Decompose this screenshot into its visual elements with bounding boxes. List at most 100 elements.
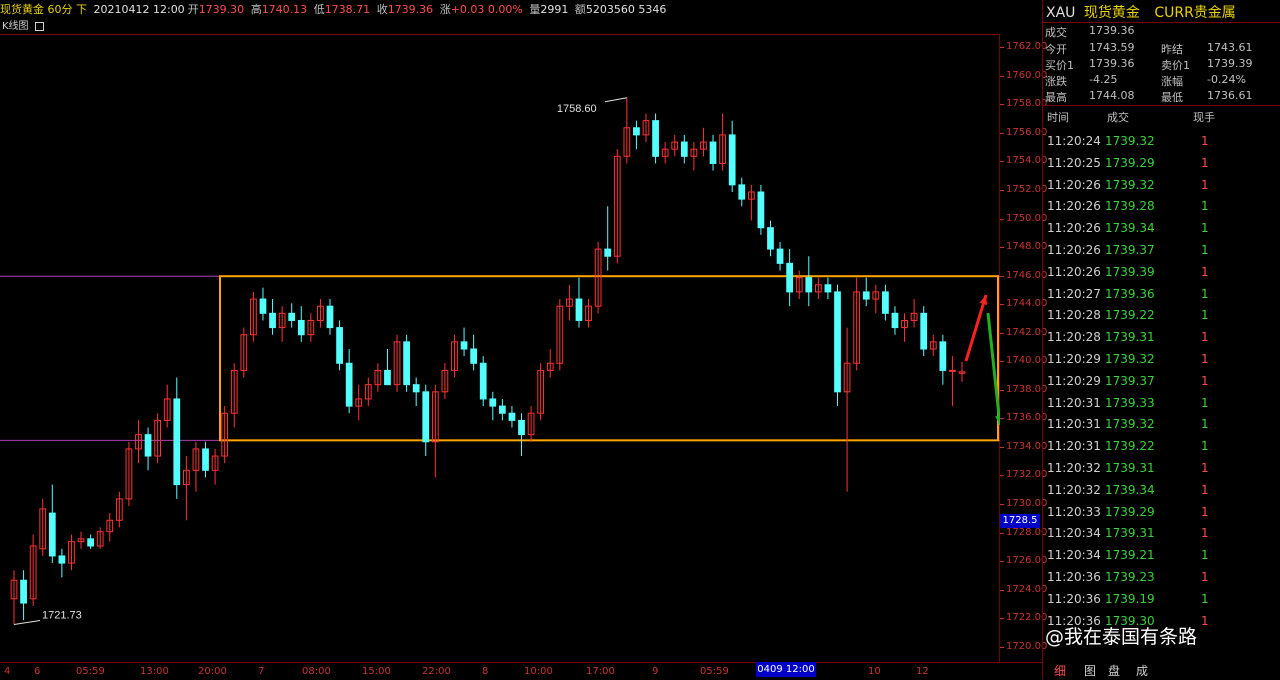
candle-body xyxy=(269,312,276,329)
tick-row: 11:20:29 1739.32 1 xyxy=(1047,348,1277,370)
tick-time: 11:20:32 xyxy=(1047,461,1101,475)
time-tick: 10 xyxy=(868,666,881,677)
candle-body xyxy=(776,248,784,264)
candle-body xyxy=(479,362,487,400)
candle-body xyxy=(805,277,813,293)
candle-body xyxy=(422,391,430,443)
tick-price: 1739.23 xyxy=(1105,570,1155,584)
tick-volume: 1 xyxy=(1201,504,1209,519)
tab-orderbook[interactable]: 盘 xyxy=(1108,662,1120,679)
candle-body xyxy=(891,312,899,329)
open-value: 1739.30 xyxy=(198,3,245,16)
tick-row: 11:20:25 1739.29 1 xyxy=(1047,152,1277,174)
tick-row: 11:20:31 1739.33 1 xyxy=(1047,392,1277,414)
tick-row: 11:20:29 1739.37 1 xyxy=(1047,370,1277,392)
tick-price: 1739.19 xyxy=(1105,591,1155,606)
tick-volume: 1 xyxy=(1201,221,1209,236)
tick-time: 11:20:26 xyxy=(1047,177,1101,192)
tick-time: 11:20:27 xyxy=(1047,286,1101,301)
time-tick: 4 xyxy=(4,666,11,677)
volume-label: 量 xyxy=(529,3,541,16)
high-value: 1744.08 xyxy=(1089,89,1135,102)
tick-price: 1739.36 xyxy=(1105,286,1155,301)
tick-price: 1739.29 xyxy=(1105,504,1155,519)
tick-volume: 1 xyxy=(1201,526,1209,541)
divider xyxy=(1043,105,1280,106)
tick-price: 1739.29 xyxy=(1105,155,1155,170)
close-value: 1739.36 xyxy=(387,3,434,16)
tick-price: 1739.32 xyxy=(1105,134,1155,148)
tab-detail[interactable]: 细 xyxy=(1054,662,1066,679)
tick-time: 11:20:31 xyxy=(1047,395,1101,410)
tick-time: 11:20:31 xyxy=(1047,439,1101,454)
tick-price: 1739.21 xyxy=(1105,548,1155,563)
price-axis: 1762.00 1760.00 1758.00 1756.00 1754.00 1752.… xyxy=(999,34,1047,662)
tick-price: 1739.32 xyxy=(1105,352,1155,366)
tick-price: 1739.31 xyxy=(1105,526,1155,541)
tick-time: 11:20:34 xyxy=(1047,526,1101,541)
time-tick: 05:59 xyxy=(76,666,105,677)
time-tick: 20:00 xyxy=(198,666,227,677)
candle-body xyxy=(259,298,267,314)
instrument-name: 现货黄金 xyxy=(1083,5,1140,21)
tick-volume: 1 xyxy=(1201,439,1209,454)
pct-label: 涨幅 xyxy=(1161,75,1183,88)
candle-body xyxy=(460,341,468,350)
tick-price: 1739.32 xyxy=(1105,177,1155,192)
tick-time: 11:20:26 xyxy=(1047,243,1101,257)
tick-row: 11:20:34 1739.31 1 xyxy=(1047,522,1277,544)
bid-value: 1739.36 xyxy=(1089,57,1135,70)
tick-time: 11:20:31 xyxy=(1047,417,1101,432)
category: CURR贵金属 xyxy=(1154,5,1236,21)
tick-volume: 1 xyxy=(1201,134,1209,148)
tick-price: 1739.34 xyxy=(1105,221,1155,236)
bottom-tabs[interactable]: 细 图 盘 成 xyxy=(1042,660,1280,679)
tick-price: 1739.32 xyxy=(1105,417,1155,432)
candle-body xyxy=(680,141,688,157)
tick-time: 11:20:26 xyxy=(1047,199,1101,214)
cursor-price-label: 1728.5 xyxy=(1000,514,1040,528)
kline-tab[interactable]: K线图 xyxy=(2,20,44,34)
candle-body xyxy=(20,579,27,604)
tick-volume: 1 xyxy=(1201,243,1209,257)
candle-body xyxy=(508,412,516,421)
candle-body xyxy=(489,398,497,407)
candle-body xyxy=(412,384,420,393)
chart-svg[interactable]: 1758.60 1721.73 xyxy=(0,35,1000,663)
tick-time: 11:20:26 xyxy=(1047,264,1101,279)
close-label: 收 xyxy=(376,3,388,16)
tab-trades[interactable]: 成 xyxy=(1136,662,1148,679)
cursor-time-label: 0409 12:00 xyxy=(756,662,816,677)
time-tick: 9 xyxy=(652,666,659,677)
tick-price: 1739.34 xyxy=(1105,482,1155,497)
red-arrow-up-shaft xyxy=(964,294,988,362)
candle-body xyxy=(202,448,209,471)
tab-chart[interactable]: 图 xyxy=(1084,662,1096,679)
tick-row: 11:20:32 1739.34 1 xyxy=(1047,479,1277,501)
tick-row: 11:20:36 1739.19 1 xyxy=(1047,588,1277,610)
time-axis: 4 6 05:59 13:00 20:00 7 08:00 15:00 22:00 8 10:00 1… xyxy=(0,662,1042,680)
tick-row: 11:20:26 1739.37 1 xyxy=(1047,239,1277,261)
candle-body xyxy=(709,141,717,164)
instrument-label: 现货黄金 60分 下 xyxy=(0,3,87,16)
square-icon[interactable] xyxy=(34,21,44,31)
candle-body xyxy=(144,434,152,457)
candle-body xyxy=(403,341,410,386)
ask-label: 卖价1 xyxy=(1161,59,1190,72)
change-value: -4.25 xyxy=(1089,73,1118,86)
tick-row: 11:20:24 1739.32 1 xyxy=(1047,130,1277,152)
candle-body xyxy=(498,405,506,414)
low-value: 1738.71 xyxy=(324,3,371,16)
tick-row: 11:20:28 1739.31 1 xyxy=(1047,326,1277,348)
candle-body xyxy=(288,312,296,321)
candle-body xyxy=(939,341,947,371)
candle-body xyxy=(173,398,181,486)
time-tick: 12 xyxy=(916,666,929,677)
tick-time: 11:20:34 xyxy=(1047,548,1101,563)
change-label: 涨跌 xyxy=(1045,75,1067,88)
candlestick-chart[interactable]: 1758.60 1721.73 xyxy=(0,34,1000,662)
tick-price: 1739.37 xyxy=(1105,243,1155,257)
time-tick: 22:00 xyxy=(422,666,451,677)
low-label: 低 xyxy=(313,3,325,16)
time-tick: 8 xyxy=(482,666,489,677)
